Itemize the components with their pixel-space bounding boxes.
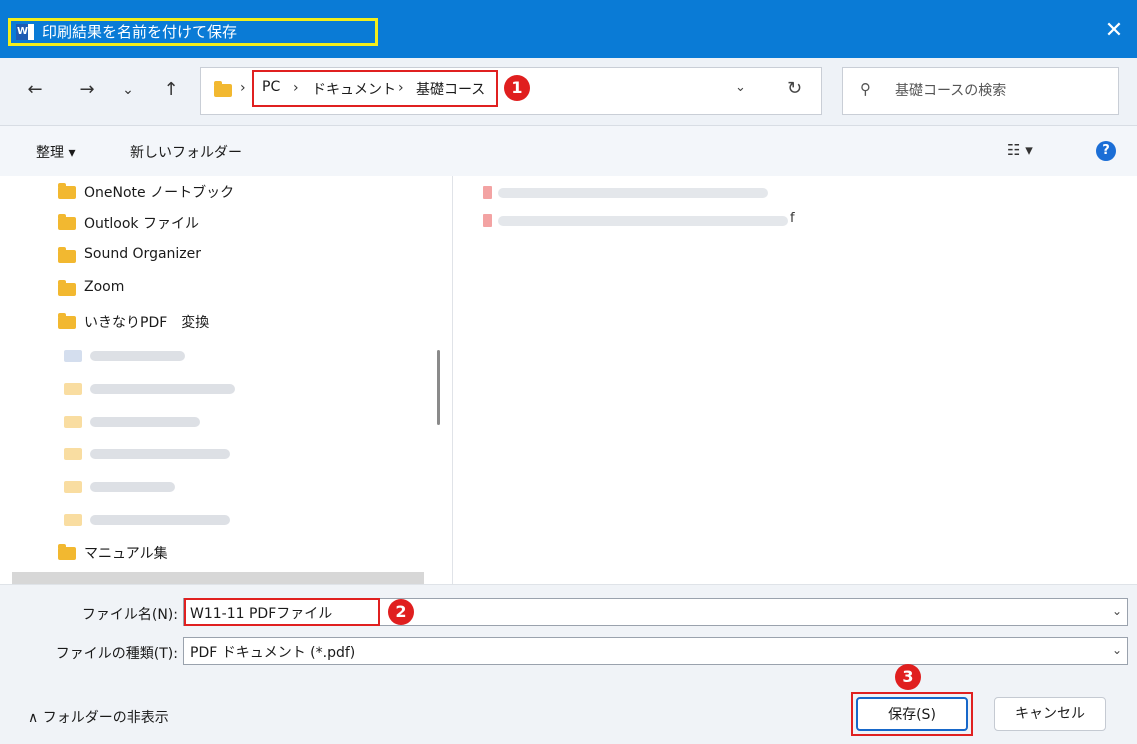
organize-button[interactable]: 整理 ▾ xyxy=(36,142,75,162)
file-type-value: PDF ドキュメント (*.pdf) xyxy=(190,645,356,661)
close-icon[interactable]: ✕ xyxy=(1102,20,1126,44)
blurred-folder-icon xyxy=(64,350,82,362)
search-placeholder: 基礎コースの検索 xyxy=(895,83,1007,99)
recent-locations-icon[interactable]: ⌄ xyxy=(117,78,139,102)
blurred-tree-item[interactable] xyxy=(90,417,200,427)
breadcrumb-separator: › xyxy=(398,80,404,96)
blurred-tree-item[interactable] xyxy=(90,351,185,361)
breadcrumb-separator: › xyxy=(293,80,299,96)
tree-item-label: OneNote ノートブック xyxy=(84,185,235,201)
tree-item-label: Outlook ファイル xyxy=(84,216,199,232)
address-dropdown-icon[interactable]: ⌄ xyxy=(735,80,746,95)
breadcrumb-separator: › xyxy=(240,80,246,96)
file-list[interactable] xyxy=(453,176,1137,584)
blurred-file-name[interactable] xyxy=(498,216,788,226)
blurred-tree-item[interactable] xyxy=(90,482,175,492)
view-options-icon[interactable]: ☷ ▾ xyxy=(1007,141,1033,159)
file-name-label: ファイル名(N): xyxy=(81,607,178,623)
window-title: 印刷結果を名前を付けて保存 xyxy=(42,23,238,41)
folder-icon xyxy=(58,313,76,329)
blurred-folder-icon xyxy=(64,481,82,493)
pane-scrollbar[interactable] xyxy=(437,350,440,425)
new-folder-button[interactable]: 新しいフォルダー xyxy=(130,142,242,162)
blurred-folder-icon xyxy=(64,448,82,460)
up-arrow-icon[interactable]: ↑ xyxy=(160,78,182,102)
cancel-button[interactable]: キャンセル xyxy=(994,697,1106,731)
file-type-dropdown-icon[interactable]: ⌄ xyxy=(1112,643,1122,657)
selected-tree-item[interactable] xyxy=(12,572,424,584)
tree-item-label: マニュアル集 xyxy=(84,546,168,562)
help-icon[interactable]: ? xyxy=(1096,141,1116,161)
blurred-tree-item[interactable] xyxy=(90,384,235,394)
file-name-highlight xyxy=(184,598,380,626)
file-name-dropdown-icon[interactable]: ⌄ xyxy=(1112,604,1122,618)
pdf-file-icon xyxy=(483,186,492,199)
file-type-label: ファイルの種類(T): xyxy=(55,646,178,662)
back-arrow-icon[interactable]: ← xyxy=(24,78,46,102)
step-badge-3: 3 xyxy=(895,664,921,690)
step-badge-2: 2 xyxy=(388,599,414,625)
tree-item-label: Zoom xyxy=(84,279,125,295)
breadcrumb-basic-course[interactable]: 基礎コース xyxy=(416,79,485,99)
tree-item-label: Sound Organizer xyxy=(84,246,202,262)
save-button-highlight xyxy=(851,692,973,736)
search-icon: ⚲ xyxy=(860,80,871,98)
tree-item-label: いきなりPDF 変換 xyxy=(84,315,210,331)
blurred-tree-item[interactable] xyxy=(90,449,230,459)
breadcrumb-documents[interactable]: ドキュメント xyxy=(312,79,396,99)
breadcrumb-pc[interactable]: PC xyxy=(262,79,280,95)
word-app-icon: W xyxy=(16,24,34,40)
folder-icon xyxy=(58,544,76,560)
folder-icon xyxy=(58,214,76,230)
blurred-folder-icon xyxy=(64,416,82,428)
hide-folders-toggle[interactable]: ∧ フォルダーの非表示 xyxy=(28,707,169,727)
file-name-suffix: f xyxy=(790,211,795,226)
blurred-folder-icon xyxy=(64,514,82,526)
forward-arrow-icon[interactable]: → xyxy=(76,78,98,102)
pdf-file-icon xyxy=(483,214,492,227)
blurred-tree-item[interactable] xyxy=(90,515,230,525)
refresh-icon[interactable]: ↻ xyxy=(787,78,802,99)
word-icon-letter: W xyxy=(17,26,29,37)
step-badge-1: 1 xyxy=(504,75,530,101)
folder-icon xyxy=(58,183,76,199)
folder-icon xyxy=(58,247,76,263)
blurred-folder-icon xyxy=(64,383,82,395)
folder-icon xyxy=(58,280,76,296)
folder-icon xyxy=(214,81,232,97)
blurred-file-name[interactable] xyxy=(498,188,768,198)
